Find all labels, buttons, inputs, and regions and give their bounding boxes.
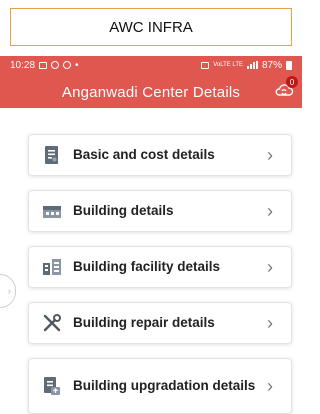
status-bar: 10:28 • VoLTE LTE 87% xyxy=(0,56,302,74)
battery-percent: 87% xyxy=(261,59,282,71)
repair-tools-icon xyxy=(43,314,61,332)
network-text: VoLTE LTE xyxy=(213,62,243,68)
chevron-right-icon: › xyxy=(267,144,273,165)
chevron-right-icon: › xyxy=(267,256,273,277)
menu-item-building[interactable]: Building details › xyxy=(28,190,292,232)
upgrade-document-icon xyxy=(44,377,60,395)
status-time: 10:28 xyxy=(10,59,36,71)
menu-item-basic-cost[interactable]: Basic and cost details › xyxy=(28,134,292,176)
signal-icon xyxy=(246,61,258,69)
chevron-right-icon: › xyxy=(7,285,11,297)
gallery-icon xyxy=(39,61,48,69)
menu-item-label: Building details xyxy=(73,203,174,218)
menu-item-building-facility[interactable]: Building facility details › xyxy=(28,246,292,288)
app-header: 10:28 • VoLTE LTE 87% Anganwadi Center D… xyxy=(0,56,302,108)
battery-icon xyxy=(286,60,292,70)
menu-item-building-repair[interactable]: Building repair details › xyxy=(28,302,292,344)
alarm-icon xyxy=(201,61,210,69)
chevron-right-icon: › xyxy=(267,375,273,396)
building-icon xyxy=(43,206,61,218)
whatsapp-icon xyxy=(51,61,60,69)
facility-icon xyxy=(43,259,61,275)
cloud-sync-button[interactable]: 0 xyxy=(274,76,298,102)
menu-list: › Basic and cost details › Building deta… xyxy=(0,108,302,414)
chevron-right-icon: › xyxy=(267,312,273,333)
menu-item-label: Basic and cost details xyxy=(73,147,215,162)
menu-item-label: Building facility details xyxy=(73,259,221,274)
sync-badge: 0 xyxy=(286,76,298,88)
status-dot: • xyxy=(75,59,79,71)
whatsapp-icon-2 xyxy=(63,61,72,69)
chevron-right-icon: › xyxy=(267,200,273,221)
menu-item-label: Building upgradation details xyxy=(73,378,256,393)
document-icon xyxy=(45,146,58,164)
app-title: Anganwadi Center Details xyxy=(61,84,241,101)
side-drawer-handle[interactable]: › xyxy=(0,274,16,308)
page-title-box: AWC INFRA xyxy=(10,8,292,46)
menu-item-label: Building repair details xyxy=(73,315,215,330)
menu-item-building-upgradation[interactable]: Building upgradation details › xyxy=(28,358,292,414)
page-title: AWC INFRA xyxy=(109,18,193,36)
